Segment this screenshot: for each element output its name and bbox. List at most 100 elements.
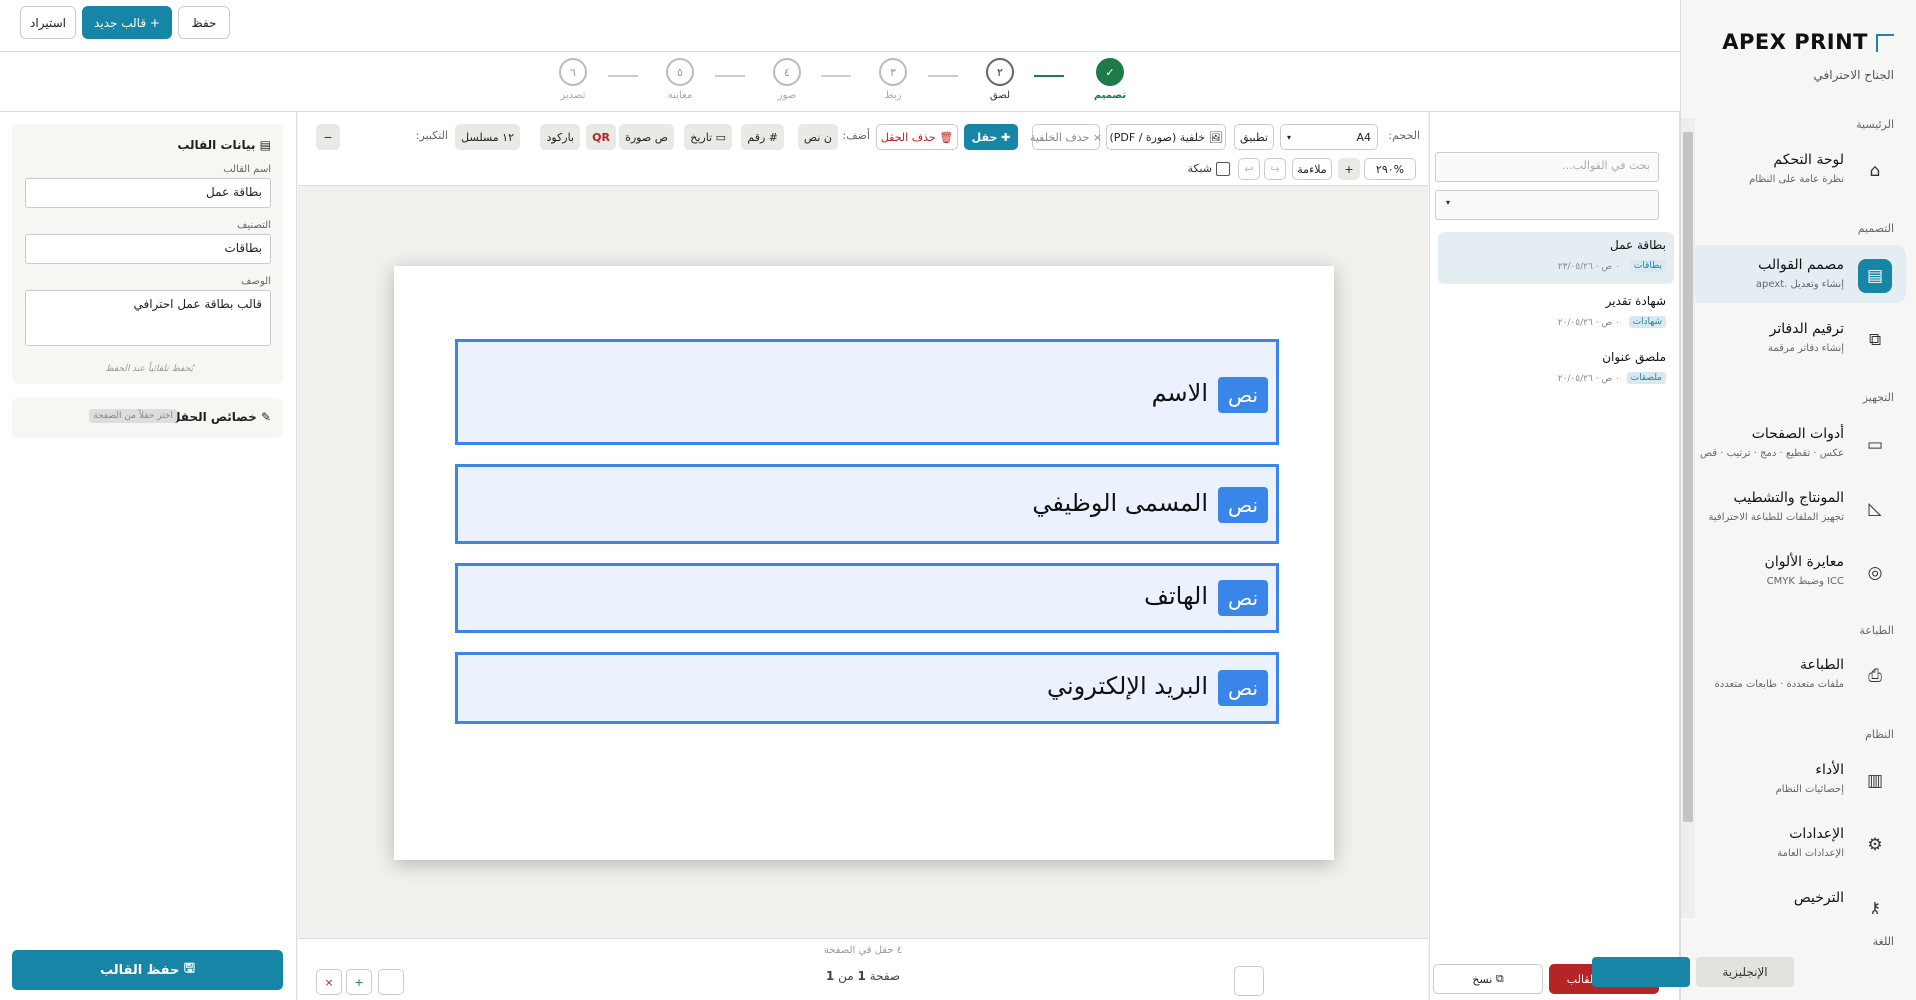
sidebar-item-page-tools[interactable]: ▭ أدوات الصفحات عكس · تقطيع · دمج · ترتي… bbox=[1688, 414, 1906, 472]
template-filter-select[interactable]: ▾ bbox=[1435, 190, 1659, 220]
save-button[interactable]: حفظ bbox=[178, 6, 230, 39]
template-meta: ٠ ص · ٢٣/٠٥/٢٦ bbox=[1557, 262, 1620, 272]
sidebar-item-dashboard[interactable]: ⌂ لوحة التحكم نظرة عامة على النظام bbox=[1688, 140, 1906, 198]
sidebar-item-printing[interactable]: ⎙ الطباعة ملفات متعددة · طابعات متعددة bbox=[1688, 645, 1906, 703]
page-size-select[interactable]: A4 ▾ bbox=[1280, 124, 1378, 150]
add-number-chip[interactable]: # رقم bbox=[741, 124, 784, 150]
template-info-title: ▤ بيانات القالب bbox=[177, 138, 271, 152]
template-meta: ٠ ص · ٢٠/٠٥/٢٦ bbox=[1557, 374, 1620, 384]
sidebar-item-performance[interactable]: ▥ الأداء إحصائيات النظام bbox=[1688, 750, 1906, 808]
add-qr-chip[interactable]: QR bbox=[586, 124, 616, 150]
template-item[interactable]: ملصق عنوان ملصقات ٠ ص · ٢٠/٠٥/٢٦ bbox=[1438, 344, 1674, 396]
sidebar-item-sub: نظرة عامة على النظام bbox=[1749, 174, 1844, 185]
sidebar-item-label: لوحة التحكم bbox=[1773, 152, 1844, 168]
undo-icon[interactable]: ↩ bbox=[1238, 158, 1260, 180]
canvas-field-phone[interactable]: نص الهاتف bbox=[455, 563, 1279, 633]
apply-size-button[interactable]: تطبيق bbox=[1234, 124, 1274, 150]
clipboard-icon: ▤ bbox=[259, 138, 271, 152]
background-button[interactable]: 🖼 خلفية (صورة / PDF) bbox=[1106, 124, 1226, 150]
fit-button[interactable]: ملاءمة bbox=[1292, 158, 1332, 180]
field-label: البريد الإلكتروني bbox=[1046, 672, 1208, 700]
home-icon: ⌂ bbox=[1869, 161, 1881, 181]
canvas-field-name[interactable]: نص الاسم bbox=[455, 339, 1279, 445]
step-label: لصق bbox=[989, 90, 1011, 101]
step-connector bbox=[1034, 75, 1064, 77]
template-meta: ٠ ص · ٢٠/٠٥/٢٦ bbox=[1557, 318, 1620, 328]
step-number: ٣ bbox=[879, 58, 907, 86]
sidebar-item-color-calibration[interactable]: ◎ معايرة الألوان ICC وضبط CMYK bbox=[1688, 542, 1906, 600]
scrollbar-thumb[interactable] bbox=[1683, 132, 1693, 822]
more-options-button[interactable] bbox=[1234, 966, 1264, 996]
sidebar-item-numbering[interactable]: ⧉ ترقيم الدفاتر إنشاء دفاتر مرقمة bbox=[1688, 309, 1906, 367]
template-description-input[interactable]: قالب بطاقة عمل احترافي bbox=[25, 290, 271, 346]
sidebar-item-sub: إنشاء دفاتر مرقمة bbox=[1768, 343, 1844, 354]
top-bar: حفظ قالب جديد + استيراد bbox=[0, 0, 1680, 52]
save-template-label: حفظ القالب bbox=[100, 962, 180, 978]
step-images[interactable]: ٤ صور bbox=[757, 58, 817, 101]
template-search-input[interactable]: بحث في القوالب... bbox=[1435, 152, 1659, 182]
field-properties-title: ✎ خصائص الحقل bbox=[170, 410, 271, 424]
add-image-chip[interactable]: ص صورة bbox=[619, 124, 674, 150]
new-template-button[interactable]: قالب جديد + bbox=[82, 6, 172, 39]
sidebar-item-license[interactable]: ⚷ الترخيص bbox=[1688, 878, 1906, 914]
grid-checkbox[interactable] bbox=[1216, 162, 1230, 176]
template-name-input[interactable]: بطاقة عمل bbox=[25, 178, 271, 208]
sidebar-item-label: أدوات الصفحات bbox=[1751, 426, 1844, 442]
zoom-out-button[interactable]: − bbox=[316, 124, 340, 150]
template-info-card: ▤ بيانات القالب اسم القالب بطاقة عمل الت… bbox=[12, 124, 283, 384]
template-item[interactable]: بطاقة عمل بطاقات ٠ ص · ٢٣/٠٥/٢٦ bbox=[1438, 232, 1674, 284]
templates-panel: بحث في القوالب... ▾ بطاقة عمل بطاقات ٠ ص… bbox=[1234, 112, 1680, 1000]
canvas-field-job-title[interactable]: نص المسمى الوظيفي bbox=[455, 464, 1279, 544]
sidebar-item-label: الترخيص bbox=[1793, 890, 1844, 906]
step-export[interactable]: ٦ تصدير bbox=[543, 58, 603, 101]
sidebar-item-template-designer[interactable]: ▤ مصمم القوالب إنشاء وتعديل .apext bbox=[1688, 245, 1906, 303]
delete-page-button[interactable]: × bbox=[316, 969, 342, 995]
category-label: التصنيف bbox=[237, 220, 271, 231]
add-date-chip[interactable]: ▭ تاريخ bbox=[684, 124, 732, 150]
copy-template-button[interactable]: ⧉ نسخ bbox=[1433, 964, 1543, 994]
sidebar-item-sub: إحصائيات النظام bbox=[1775, 784, 1844, 795]
autosave-hint: يُحفظ تلقائياً عند الحفظ bbox=[105, 364, 193, 374]
step-number: ٤ bbox=[773, 58, 801, 86]
step-label: تصدير bbox=[560, 90, 586, 101]
layout-icon: ◺ bbox=[1868, 499, 1882, 519]
add-field-button[interactable]: ✚ حقل bbox=[964, 124, 1018, 150]
sidebar-scrollbar[interactable] bbox=[1681, 118, 1695, 918]
template-tag: بطاقات bbox=[1629, 260, 1666, 272]
add-serial-chip[interactable]: ١٢ مسلسل bbox=[455, 124, 520, 150]
remove-background-button[interactable]: × حذف الخلفية bbox=[1030, 124, 1102, 150]
step-link[interactable]: ٣ ربط bbox=[863, 58, 923, 101]
delete-field-button[interactable]: 🗑 حذف الحقل bbox=[876, 124, 958, 150]
step-preview[interactable]: ٥ معاينة bbox=[650, 58, 710, 101]
sidebar-item-label: الأداء bbox=[1815, 762, 1844, 778]
description-label: الوصف bbox=[241, 276, 271, 287]
sidebar-item-imposition[interactable]: ◺ المونتاج والتشطيب تجهيز الملفات للطباع… bbox=[1688, 478, 1906, 536]
step-label: ربط bbox=[884, 90, 902, 101]
redo-icon[interactable]: ↪ bbox=[1264, 158, 1286, 180]
step-design[interactable]: ✓ تصميم bbox=[1080, 58, 1140, 101]
zoom-in-button[interactable]: + bbox=[1338, 158, 1360, 180]
language-english-button[interactable]: الإنجليزية bbox=[1696, 957, 1794, 987]
import-button[interactable]: استيراد bbox=[20, 6, 76, 39]
add-page-button[interactable]: + bbox=[346, 969, 372, 995]
canvas-field-email[interactable]: نص البريد الإلكتروني bbox=[455, 652, 1279, 724]
template-tag: شهادات bbox=[1628, 316, 1666, 328]
editor-toolbar: الحجم: A4 ▾ تطبيق 🖼 خلفية (صورة / PDF) × … bbox=[298, 112, 1428, 186]
add-barcode-chip[interactable]: باركود bbox=[540, 124, 580, 150]
language-title: اللغة bbox=[1872, 935, 1894, 948]
save-template-button[interactable]: 🖫 حفظ القالب bbox=[12, 950, 283, 990]
sidebar-item-settings[interactable]: ⚙ الإعدادات الإعدادات العامة bbox=[1688, 814, 1906, 872]
sidebar-item-sub: الإعدادات العامة bbox=[1777, 848, 1844, 859]
zoom-value[interactable]: %٢٩٠ bbox=[1364, 158, 1416, 180]
language-arabic-button[interactable]: عربي bbox=[1592, 957, 1690, 987]
add-text-chip[interactable]: ن نص bbox=[797, 124, 838, 150]
template-category-input[interactable]: بطاقات bbox=[25, 234, 271, 264]
step-paste[interactable]: ٢ لصق bbox=[970, 58, 1030, 101]
plus-icon: ✚ bbox=[1001, 130, 1011, 144]
template-item[interactable]: شهادة تقدير شهادات ٠ ص · ٢٠/٠٥/٢٦ bbox=[1438, 288, 1674, 340]
field-type-badge: نص bbox=[1218, 580, 1268, 616]
sidebar-item-sub: ICC وضبط CMYK bbox=[1766, 576, 1844, 587]
page-options-button[interactable] bbox=[378, 969, 404, 995]
sidebar-item-sub: عكس · تقطيع · دمج · ترتيب · قص bbox=[1700, 448, 1844, 459]
field-label: المسمى الوظيفي bbox=[1032, 489, 1208, 517]
